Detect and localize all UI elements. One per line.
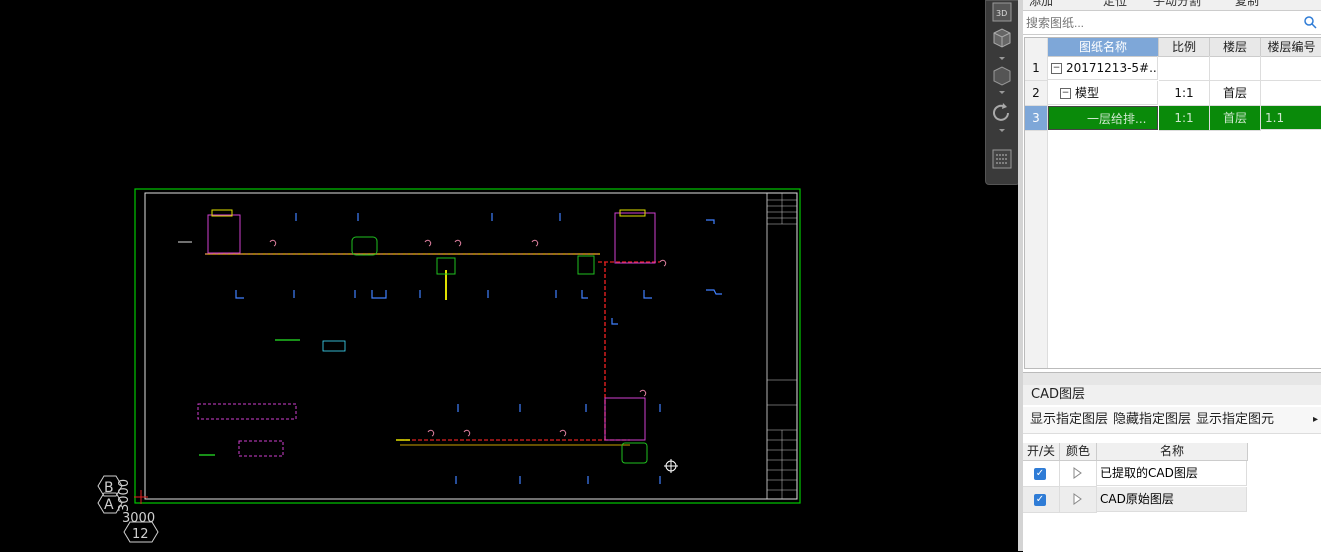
axis-label-12: 12	[132, 527, 149, 542]
row-name-cell: − 模型	[1048, 81, 1158, 105]
crosshair-cursor-icon	[664, 459, 678, 473]
col-layer-name: 名称	[1097, 443, 1248, 461]
col-floor-no[interactable]: 楼层编号	[1261, 38, 1321, 57]
drawing-table: 图纸名称 比例 楼层 楼层编号 1 −20171213-5#... 2 − 模型 …	[1024, 37, 1321, 369]
panel-toolbar: 添加 定位 手动分割 复制	[1023, 0, 1321, 11]
play-triangle-icon[interactable]	[1072, 467, 1082, 479]
panel-titlebar[interactable]	[1023, 373, 1321, 385]
layer-actions: 显示指定图层 隐藏指定图层 显示指定图元 ▸	[1023, 407, 1321, 434]
toolbar-add[interactable]: 添加	[1029, 0, 1053, 9]
col-floor[interactable]: 楼层	[1210, 38, 1261, 57]
layer-row[interactable]: ✓ 已提取的CAD图层	[1023, 461, 1247, 487]
axis-dimension-vertical: 3000	[117, 479, 132, 512]
drawing-name: 一层给排...	[1087, 112, 1147, 126]
rotate-icon[interactable]	[990, 101, 1014, 125]
row-number: 3	[1025, 106, 1048, 131]
view-toolbar: 3D	[985, 0, 1020, 185]
hide-layer-button[interactable]: 隐藏指定图层	[1113, 407, 1191, 433]
floor-cell: 首层	[1210, 81, 1261, 106]
layer-checkbox[interactable]: ✓	[1034, 468, 1046, 480]
view-3d-button[interactable]: 3D	[990, 1, 1014, 25]
show-layer-button[interactable]: 显示指定图层	[1030, 407, 1108, 433]
scale-cell	[1159, 56, 1210, 81]
cad-layers-panel: CAD图层 显示指定图层 隐藏指定图层 显示指定图元 ▸ 开/关 颜色 名称 ✓…	[1023, 372, 1321, 552]
row-number: 1	[1025, 56, 1048, 81]
show-element-button[interactable]: 显示指定图元	[1196, 407, 1274, 433]
box-view-icon[interactable]	[990, 63, 1014, 87]
cad-drawing: B A 3000 3000 12	[97, 188, 801, 543]
grid-view-icon[interactable]	[990, 147, 1014, 171]
row-number: 2	[1025, 81, 1048, 106]
view-3d-label: 3D	[996, 9, 1007, 18]
col-scale[interactable]: 比例	[1159, 38, 1210, 57]
drawing-name: 模型	[1075, 86, 1100, 100]
search-icon[interactable]	[1303, 15, 1317, 29]
axis-label-a: A	[104, 497, 114, 513]
table-row[interactable]: 1 −20171213-5#...	[1025, 56, 1321, 81]
drawing-panel: 添加 定位 手动分割 复制 图纸名称 比例 楼层 楼层编号 1 −2017121…	[1023, 0, 1321, 552]
floor-no-cell	[1261, 81, 1321, 106]
collapse-toggle-icon[interactable]: −	[1051, 63, 1062, 74]
cad-drawing-canvas[interactable]: B A 3000 3000 12	[0, 0, 1018, 551]
play-triangle-icon[interactable]	[1072, 493, 1082, 505]
drawing-search	[1023, 12, 1321, 35]
axis-label-b: B	[104, 480, 114, 496]
floor-no-cell: 1.1	[1261, 106, 1321, 130]
cube-view-icon[interactable]	[990, 25, 1014, 49]
col-drawing-name[interactable]: 图纸名称	[1048, 38, 1159, 57]
toolbar-copy[interactable]: 复制	[1235, 0, 1259, 9]
col-onoff: 开/关	[1023, 443, 1060, 461]
col-color: 颜色	[1060, 443, 1097, 461]
row-name-cell: −20171213-5#...	[1048, 56, 1158, 80]
floor-cell: 首层	[1210, 106, 1261, 131]
canvas-scroll-area	[993, 318, 1018, 551]
layer-name: 已提取的CAD图层	[1097, 461, 1247, 486]
drawing-name: 20171213-5#...	[1066, 61, 1158, 75]
axis-dimension-horizontal: 3000	[122, 511, 155, 526]
floor-no-cell	[1261, 56, 1321, 81]
row-name-cell: 一层给排...	[1048, 106, 1158, 130]
collapse-toggle-icon[interactable]: −	[1060, 88, 1071, 99]
scale-cell: 1:1	[1159, 81, 1210, 106]
layer-name: CAD原始图层	[1097, 487, 1247, 512]
floor-cell	[1210, 56, 1261, 81]
toolbar-manual-split[interactable]: 手动分割	[1153, 0, 1201, 9]
table-row-selected[interactable]: 3 一层给排... 1:1 首层 1.1	[1025, 106, 1321, 131]
table-row[interactable]: 2 − 模型 1:1 首层	[1025, 81, 1321, 106]
layer-row[interactable]: ✓ CAD原始图层	[1023, 487, 1247, 513]
search-input[interactable]	[1026, 15, 1296, 31]
toolbar-locate[interactable]: 定位	[1103, 0, 1127, 9]
more-chevron-icon[interactable]: ▸	[1313, 407, 1318, 433]
cad-layers-title: CAD图层	[1023, 385, 1321, 405]
scale-cell: 1:1	[1159, 106, 1210, 131]
layer-checkbox[interactable]: ✓	[1034, 494, 1046, 506]
